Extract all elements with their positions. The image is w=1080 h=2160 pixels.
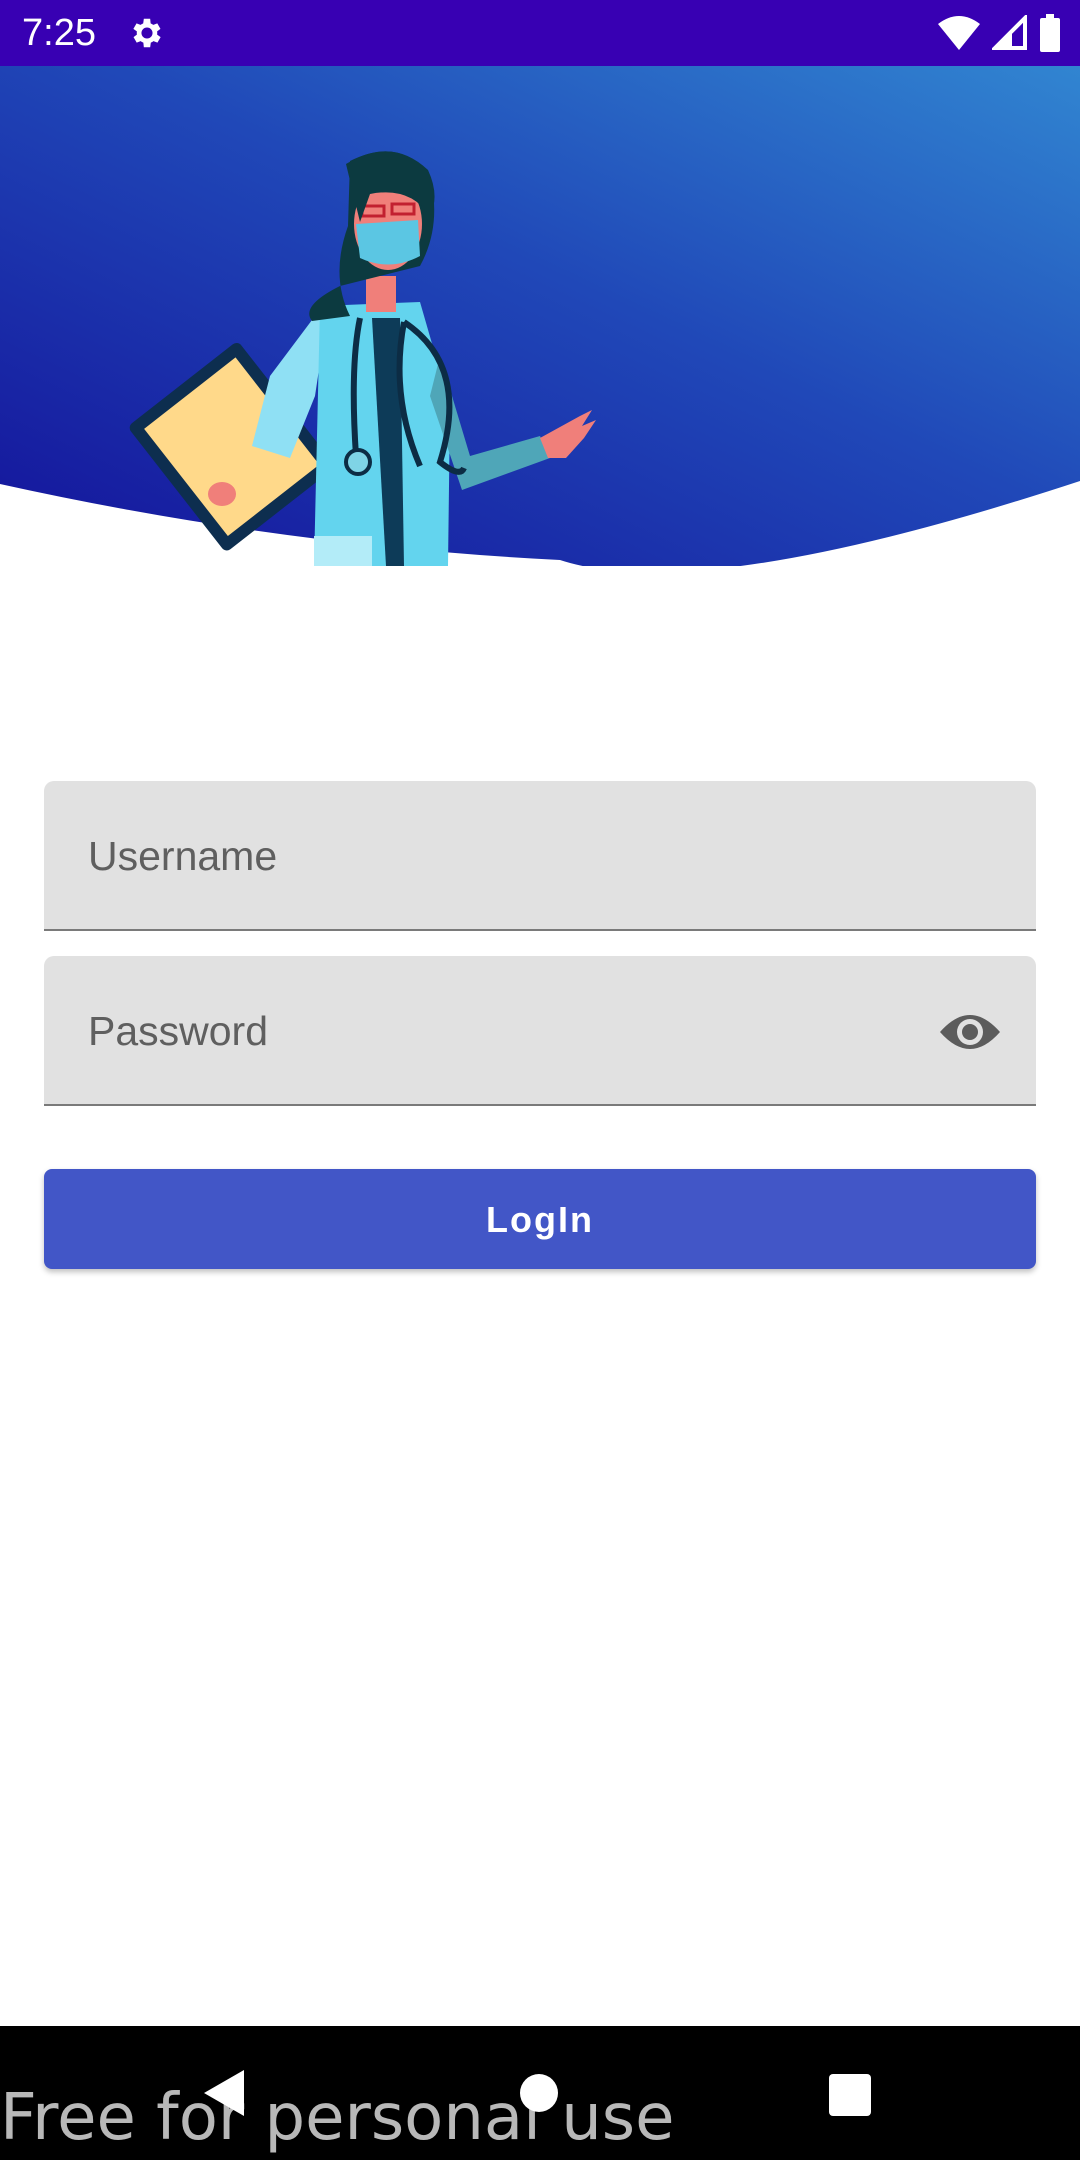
status-time: 7:25 [22, 12, 96, 54]
eye-icon[interactable] [938, 1004, 1002, 1060]
status-bar: 7:25 [0, 0, 1080, 66]
password-field[interactable]: Password [44, 956, 1036, 1106]
status-icons [938, 12, 1060, 54]
battery-icon [1040, 14, 1060, 52]
header-background [0, 66, 1080, 566]
watermark-text: Free for personal use [0, 2081, 675, 2155]
username-input[interactable] [84, 811, 908, 903]
header-banner [0, 66, 1080, 566]
gear-icon [133, 18, 161, 48]
password-input[interactable] [84, 986, 828, 1078]
wifi-icon [938, 16, 980, 50]
username-field[interactable]: Username [44, 781, 1036, 931]
recents-icon[interactable] [829, 2074, 871, 2116]
login-button[interactable]: LogIn [44, 1169, 1036, 1269]
cell-signal-icon [992, 15, 1027, 50]
